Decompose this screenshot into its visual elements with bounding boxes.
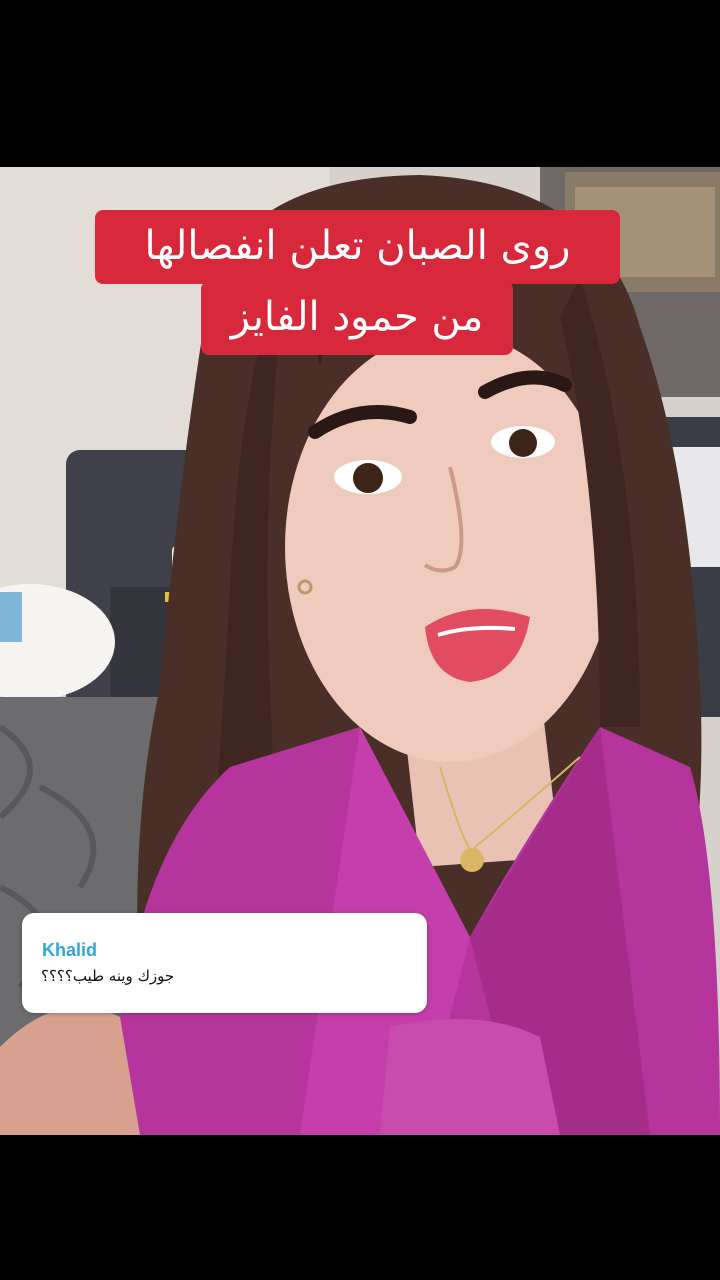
video-screen: روى الصبان تعلن انفصالها من حمود الفايز …	[0, 0, 720, 1280]
comment-text: جوزك وينه طيب؟؟؟؟	[41, 967, 175, 985]
headline-line-1: روى الصبان تعلن انفصالها	[95, 210, 620, 284]
headline-line-2: من حمود الفايز	[201, 281, 513, 355]
comment-reply-sticker[interactable]: Khalid جوزك وينه طيب؟؟؟؟	[22, 913, 427, 1013]
comment-author: Khalid	[42, 940, 98, 960]
